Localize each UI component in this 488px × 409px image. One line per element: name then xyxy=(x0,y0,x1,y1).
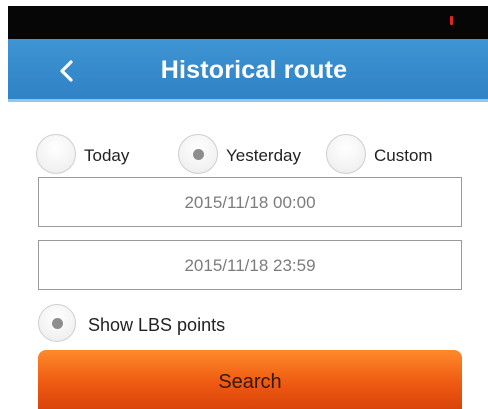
end-time-field[interactable]: 2015/11/18 23:59 xyxy=(38,240,462,290)
radio-circle xyxy=(38,304,76,342)
status-bar xyxy=(8,6,488,39)
show-lbs-points-option[interactable]: Show LBS points xyxy=(38,304,338,342)
battery-icon xyxy=(450,16,453,25)
radio-circle xyxy=(36,134,76,174)
search-button[interactable]: Search xyxy=(38,350,462,409)
header-bar: Historical route xyxy=(8,39,488,102)
radio-label-custom: Custom xyxy=(374,146,433,165)
radio-label-yesterday: Yesterday xyxy=(226,146,301,165)
radio-selected-dot xyxy=(193,149,204,160)
radio-today[interactable]: Today xyxy=(36,134,146,174)
start-time-field[interactable]: 2015/11/18 00:00 xyxy=(38,177,462,227)
radio-yesterday[interactable]: Yesterday xyxy=(178,134,318,174)
radio-label-today: Today xyxy=(84,146,130,165)
show-lbs-points-label: Show LBS points xyxy=(88,315,226,335)
radio-circle xyxy=(326,134,366,174)
date-range-options: Today Yesterday Custom xyxy=(36,134,456,174)
radio-selected-dot xyxy=(52,318,63,329)
historical-route-screen: Historical route Today Yesterday Custom … xyxy=(0,0,488,409)
radio-custom[interactable]: Custom xyxy=(326,134,456,174)
page-title: Historical route xyxy=(160,56,348,84)
radio-circle xyxy=(178,134,218,174)
